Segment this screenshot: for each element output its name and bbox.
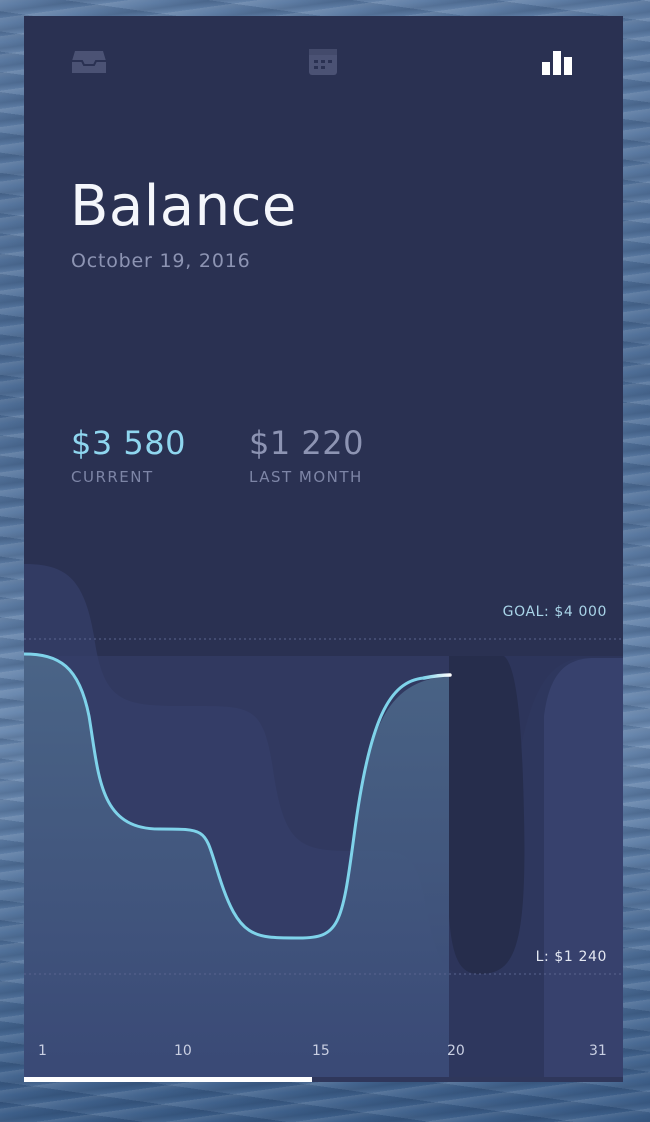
bar-chart-icon[interactable] — [538, 46, 576, 78]
balance-chart — [24, 564, 623, 1082]
balance-screen: Balance October 19, 2016 $3 580 CURRENT … — [24, 16, 623, 1082]
x-tick-1: 1 — [38, 1043, 47, 1059]
goal-label: GOAL: $4 000 — [502, 604, 607, 620]
inbox-icon[interactable] — [70, 46, 108, 78]
current-label: CURRENT — [71, 468, 154, 486]
top-navigation — [24, 16, 623, 106]
future-column-dip — [449, 656, 525, 974]
x-tick-31: 31 — [589, 1043, 607, 1059]
x-tick-20: 20 — [447, 1043, 465, 1059]
last-month-label: LAST MONTH — [249, 468, 363, 486]
x-tick-15: 15 — [312, 1043, 330, 1059]
last-month-balance: $1 220 LAST MONTH — [249, 424, 364, 486]
date-label: October 19, 2016 — [71, 250, 251, 272]
current-balance: $3 580 CURRENT — [71, 424, 186, 486]
calendar-icon[interactable] — [304, 46, 342, 78]
future-column-right — [544, 658, 623, 1082]
month-progress-fill — [24, 1077, 312, 1082]
low-label: L: $1 240 — [535, 949, 607, 965]
last-month-amount: $1 220 — [249, 424, 364, 462]
month-progress-track[interactable] — [24, 1077, 623, 1082]
page-title: Balance — [70, 174, 297, 239]
current-amount: $3 580 — [71, 424, 186, 462]
x-tick-10: 10 — [174, 1043, 192, 1059]
